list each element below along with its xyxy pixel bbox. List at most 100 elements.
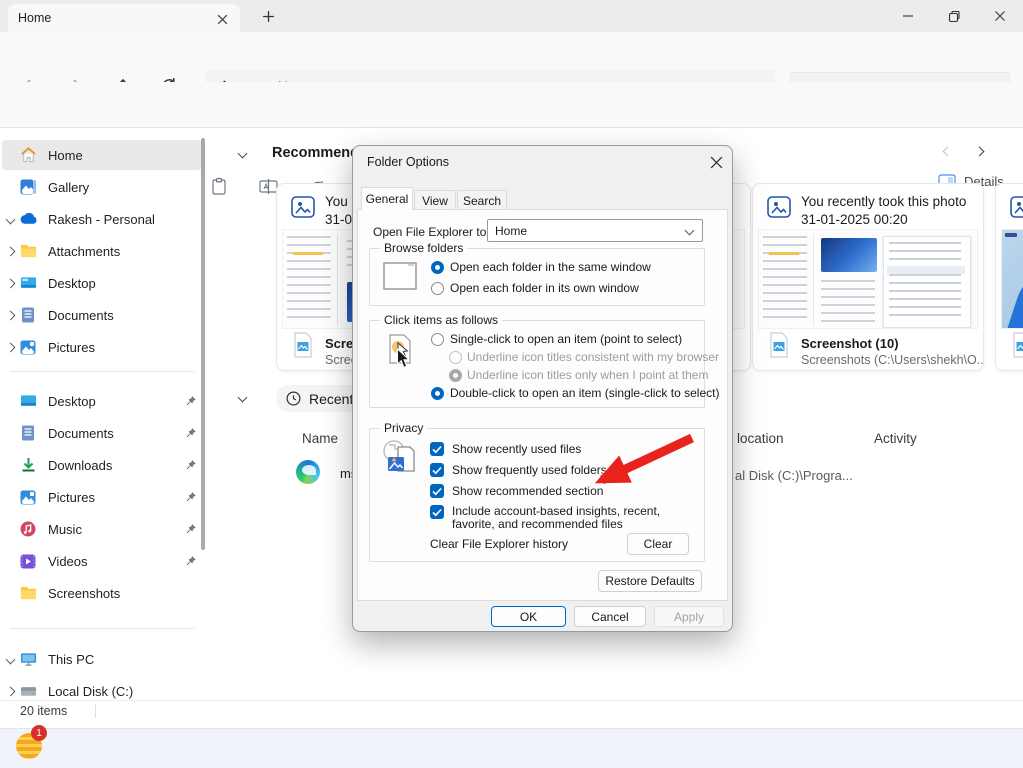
apply-button[interactable]: Apply <box>654 606 724 627</box>
sidebar-item-gallery[interactable]: Gallery <box>2 172 202 202</box>
annotation-arrow <box>556 428 706 508</box>
radio-double-click[interactable] <box>431 387 444 400</box>
document-icon <box>18 306 38 324</box>
radio-same-window[interactable] <box>431 261 444 274</box>
image-file-icon <box>769 332 789 358</box>
column-header-name[interactable]: Name <box>302 431 338 446</box>
collapse-chevron-icon[interactable] <box>5 654 15 664</box>
item-count: 20 items <box>20 704 67 718</box>
card-file-name: Screenshot (10) <box>801 336 899 351</box>
desktop-icon <box>18 392 38 410</box>
checkbox-account-insights[interactable] <box>430 505 444 519</box>
sidebar-item-videos[interactable]: Videos <box>2 546 202 576</box>
recommended-card[interactable] <box>995 183 1023 371</box>
recommended-card[interactable]: You recently took this photo 31-01-2025 … <box>752 183 984 371</box>
sidebar-item-label: Home <box>48 148 202 163</box>
browse-window-icon <box>382 261 418 291</box>
clear-button[interactable]: Clear <box>627 533 689 555</box>
new-tab-icon[interactable] <box>262 10 275 23</box>
sidebar-item-label: Pictures <box>48 340 202 355</box>
open-to-dropdown[interactable]: Home <box>487 219 703 242</box>
tab-general[interactable]: General <box>361 187 413 210</box>
cancel-button[interactable]: Cancel <box>574 606 646 627</box>
command-bar: New Sort View Filter ... Detail <box>0 82 1023 128</box>
sidebar-item-music[interactable]: Music <box>2 514 202 544</box>
checkbox-account-insights-label[interactable]: Include account-based insights, recent, … <box>452 505 700 531</box>
sidebar-item-label: Local Disk (C:) <box>48 684 202 699</box>
sidebar-item-desktop-pinned[interactable]: Desktop <box>2 386 202 416</box>
dialog-close-icon[interactable] <box>710 156 723 169</box>
radio-own-window[interactable] <box>431 282 444 295</box>
pin-icon <box>180 427 202 439</box>
checkbox-recent-files[interactable] <box>430 442 444 456</box>
sidebar-item-pictures[interactable]: Pictures <box>2 332 202 362</box>
expand-chevron-icon[interactable] <box>5 342 15 352</box>
radio-single-click[interactable] <box>431 333 444 346</box>
column-header-activity[interactable]: Activity <box>874 431 917 446</box>
radio-same-window-label[interactable]: Open each folder in the same window <box>450 260 651 274</box>
status-bar: 20 items <box>0 700 1023 722</box>
pin-icon <box>180 459 202 471</box>
recent-row-location[interactable]: al Disk (C:)\Progra... <box>735 468 853 483</box>
radio-single-click-label[interactable]: Single-click to open an item (point to s… <box>450 332 682 346</box>
sidebar-scrollbar[interactable] <box>201 138 205 550</box>
sidebar-item-onedrive[interactable]: Rakesh - Personal <box>2 204 202 234</box>
gallery-icon <box>18 178 38 196</box>
clear-history-label: Clear File Explorer history <box>430 537 568 551</box>
sidebar-item-screenshots[interactable]: Screenshots <box>2 578 202 608</box>
sidebar-item-attachments[interactable]: Attachments <box>2 236 202 266</box>
tab-close-icon[interactable] <box>216 13 229 26</box>
sidebar-item-documents-pinned[interactable]: Documents <box>2 418 202 448</box>
photo-icon <box>1010 196 1023 218</box>
navigation-bar: Home Search Home <box>0 32 1023 82</box>
close-button[interactable] <box>977 0 1023 32</box>
desktop-icon <box>18 274 38 292</box>
recommended-collapse-icon[interactable] <box>238 149 248 159</box>
open-to-label: Open File Explorer to: <box>373 225 490 239</box>
radio-own-window-label[interactable]: Open each folder in its own window <box>450 281 639 295</box>
ok-button[interactable]: OK <box>491 606 566 627</box>
privacy-legend: Privacy <box>380 421 427 435</box>
expand-chevron-icon[interactable] <box>5 278 15 288</box>
sidebar-item-this-pc[interactable]: This PC <box>2 644 202 674</box>
sidebar: Home Gallery Rakesh - Personal Attachmen… <box>0 128 207 700</box>
sidebar-item-desktop[interactable]: Desktop <box>2 268 202 298</box>
pin-icon <box>180 555 202 567</box>
radio-double-click-label[interactable]: Double-click to open an item (single-cli… <box>450 386 719 400</box>
antivirus-tray-icon[interactable]: 1 <box>16 728 46 758</box>
expand-chevron-icon[interactable] <box>5 246 15 256</box>
titlebar: Home <box>0 0 1023 32</box>
checkbox-frequent-folders[interactable] <box>430 463 444 477</box>
maximize-button[interactable] <box>931 0 977 32</box>
sidebar-item-downloads[interactable]: Downloads <box>2 450 202 480</box>
sidebar-item-home[interactable]: Home <box>2 140 202 170</box>
checkbox-recommended-section[interactable] <box>430 484 444 498</box>
recent-collapse-icon[interactable] <box>238 393 248 403</box>
collapse-chevron-icon[interactable] <box>5 214 15 224</box>
sidebar-item-label: Rakesh - Personal <box>48 212 202 227</box>
sidebar-item-label: Pictures <box>48 490 180 505</box>
carousel-next-icon[interactable] <box>975 147 985 157</box>
click-items-group: Click items as follows Single-click to o… <box>369 320 705 408</box>
paste-icon[interactable] <box>210 177 228 196</box>
sidebar-item-pictures-pinned[interactable]: Pictures <box>2 482 202 512</box>
music-icon <box>18 520 38 538</box>
videos-icon <box>18 552 38 570</box>
expand-chevron-icon[interactable] <box>5 310 15 320</box>
home-icon <box>18 146 38 164</box>
column-header-location[interactable]: location <box>737 431 784 446</box>
downloads-icon <box>18 456 38 474</box>
expand-chevron-icon[interactable] <box>5 686 15 696</box>
carousel-prev-icon[interactable] <box>943 147 953 157</box>
clock-icon <box>286 391 301 406</box>
explorer-tab[interactable]: Home <box>8 4 240 32</box>
restore-defaults-button[interactable]: Restore Defaults <box>598 570 702 592</box>
tab-view[interactable]: View <box>414 190 456 210</box>
sidebar-item-label: Documents <box>48 308 202 323</box>
sidebar-item-documents[interactable]: Documents <box>2 300 202 330</box>
minimize-button[interactable] <box>885 0 931 32</box>
pin-icon <box>180 523 202 535</box>
clear-button-label: Clear <box>644 537 673 551</box>
dropdown-chevron-icon <box>685 226 695 236</box>
tab-search[interactable]: Search <box>457 190 507 210</box>
